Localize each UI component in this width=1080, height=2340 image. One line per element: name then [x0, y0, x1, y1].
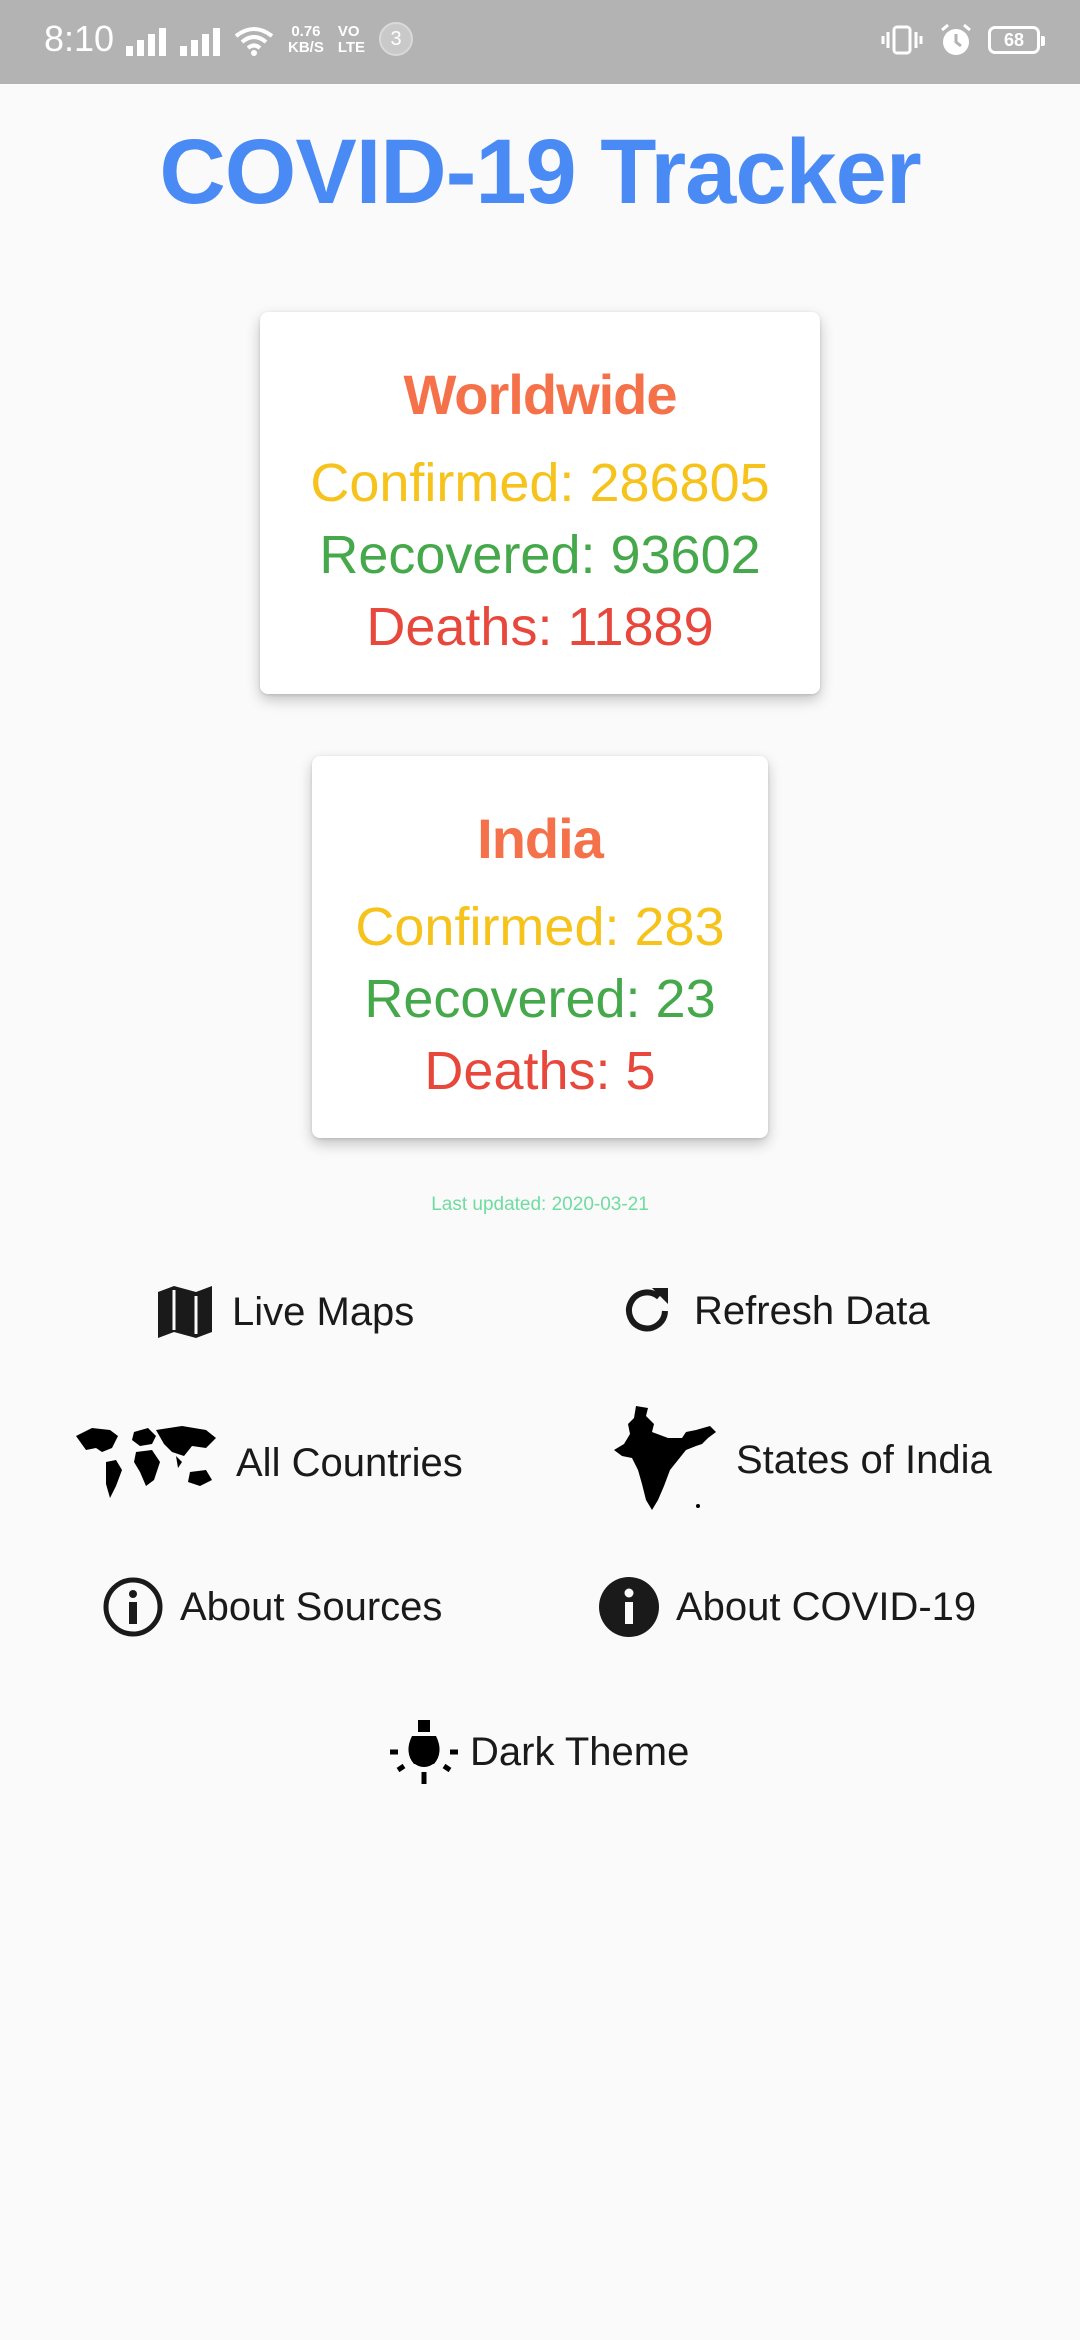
- status-time: 8:10: [44, 18, 115, 59]
- india-map-icon: [614, 1406, 716, 1510]
- speed-unit: KB/S: [288, 39, 324, 56]
- network-speed: 0.76 KB/S: [288, 24, 324, 56]
- signal-icon: [126, 28, 166, 56]
- volte-bottom: LTE: [337, 39, 366, 56]
- bulb-icon: [390, 1720, 458, 1784]
- status-bar: 8:10 0.76 KB/S VO LTE 3 68: [0, 0, 1080, 84]
- info-filled-icon: [599, 1577, 659, 1637]
- live-maps-label: Live Maps: [232, 1289, 415, 1334]
- all-countries-label: All Countries: [236, 1440, 463, 1485]
- dark-theme-label: Dark Theme: [470, 1729, 690, 1774]
- speed-value: 0.76: [291, 23, 321, 40]
- signal-icon: [180, 28, 220, 56]
- india-confirmed: Confirmed: 283: [355, 897, 725, 957]
- battery-icon: 68: [988, 26, 1045, 54]
- india-deaths: Deaths: 5: [424, 1041, 656, 1101]
- info-outline-icon: [103, 1577, 163, 1637]
- last-updated-text: Last updated: 2020-03-21: [431, 1194, 649, 1215]
- refresh-icon: [626, 1288, 668, 1332]
- about-covid-label: About COVID-19: [676, 1584, 977, 1629]
- worldwide-card: Worldwide Confirmed: 286805 Recovered: 9…: [260, 312, 820, 694]
- about-sources-button[interactable]: About Sources: [102, 1576, 442, 1638]
- about-covid-button[interactable]: About COVID-19: [598, 1576, 976, 1638]
- worldwide-recovered: Recovered: 93602: [319, 525, 761, 585]
- india-recovered: Recovered: 23: [364, 969, 716, 1029]
- worldwide-confirmed: Confirmed: 286805: [310, 453, 770, 513]
- status-right-icons: 68: [880, 22, 1045, 58]
- world-map-icon: [76, 1426, 216, 1498]
- status-left-icons: 0.76 KB/S VO LTE 3: [126, 22, 414, 56]
- app-title: COVID-19 Tracker: [159, 121, 921, 223]
- vibrate-icon: [881, 25, 923, 55]
- refresh-data-label: Refresh Data: [694, 1288, 930, 1333]
- volte-indicator: VO LTE: [338, 24, 365, 56]
- alarm-icon: [941, 23, 971, 55]
- map-icon: [158, 1286, 212, 1338]
- notification-badge: 3: [379, 22, 414, 56]
- india-heading: India: [477, 807, 604, 870]
- india-card: India Confirmed: 283 Recovered: 23 Death…: [312, 756, 768, 1138]
- about-sources-label: About Sources: [180, 1584, 443, 1629]
- states-of-india-button[interactable]: States of India: [612, 1404, 992, 1516]
- worldwide-heading: Worldwide: [403, 363, 677, 426]
- volte-top: VO: [337, 23, 360, 40]
- wifi-icon: [234, 27, 274, 56]
- all-countries-button[interactable]: All Countries: [72, 1422, 463, 1504]
- refresh-data-button[interactable]: Refresh Data: [620, 1284, 930, 1338]
- worldwide-deaths: Deaths: 11889: [366, 597, 714, 657]
- states-of-india-label: States of India: [736, 1437, 992, 1482]
- live-maps-button[interactable]: Live Maps: [156, 1284, 414, 1340]
- dark-theme-button[interactable]: Dark Theme: [388, 1716, 689, 1788]
